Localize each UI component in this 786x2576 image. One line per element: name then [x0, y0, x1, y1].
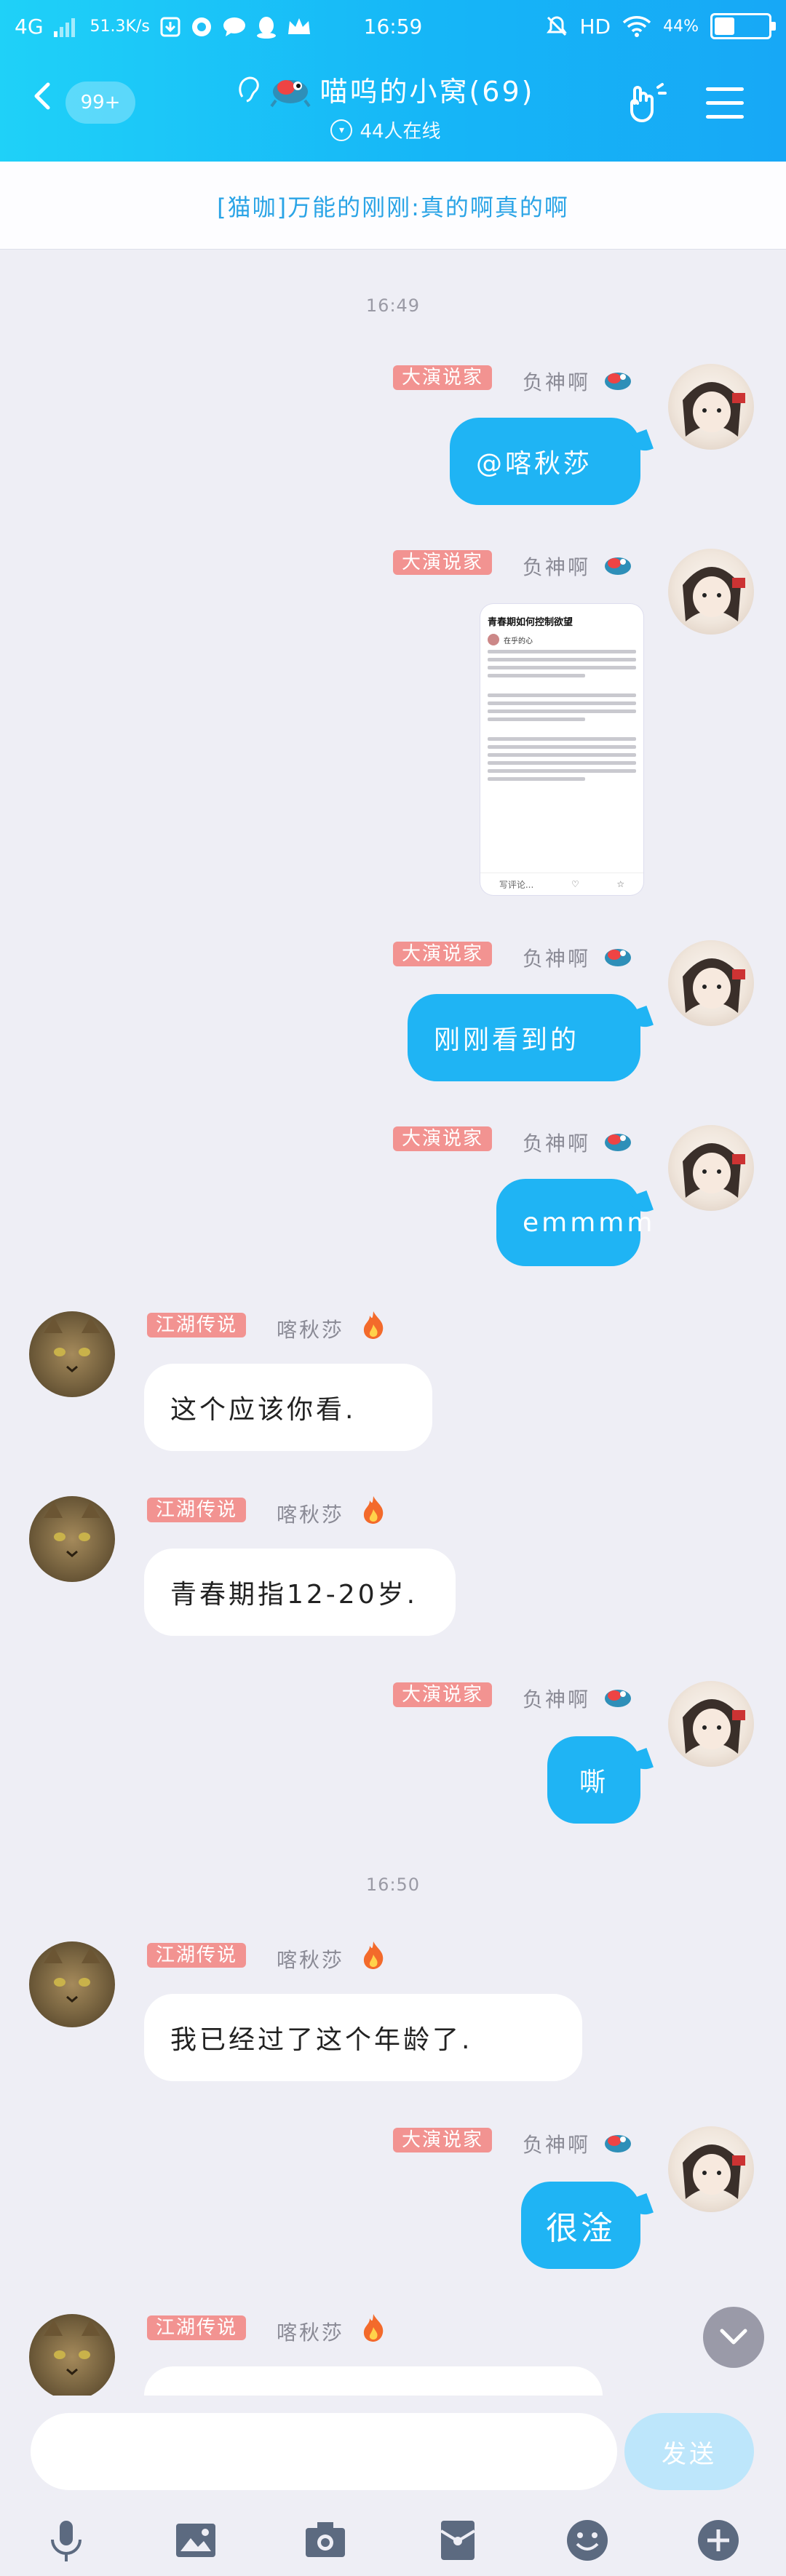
- message-bubble[interactable]: 很淦: [521, 2182, 640, 2269]
- chevron-down-icon: ▾: [330, 119, 353, 141]
- message-bubble[interactable]: 嘶: [547, 1736, 640, 1824]
- member-tag: 大演说家: [393, 2128, 493, 2152]
- flame-icon: [363, 1496, 384, 1524]
- star-icon: ☆: [616, 879, 625, 889]
- image-icon[interactable]: [173, 2518, 218, 2563]
- avatar[interactable]: [29, 1311, 115, 1397]
- image-title: 青春期如何控制欲望: [488, 617, 573, 628]
- message-list[interactable]: 16:49 大演说家 负神啊 @喀秋莎 大演说家 负神啊 青春期如何控制欲望 在…: [0, 249, 786, 2396]
- timestamp: 16:50: [365, 1875, 421, 1895]
- dragon-badge-icon: [605, 1134, 631, 1151]
- chat-header: 4G 51.3K/s 16:59 HD 44% 99+ 喵呜的小窝(69) ▾ …: [0, 0, 786, 162]
- dragon-badge-icon: [605, 373, 631, 390]
- member-tag: 大演说家: [393, 365, 493, 390]
- unread-badge[interactable]: 99+: [66, 82, 135, 124]
- avatar[interactable]: [668, 2126, 754, 2212]
- wifi-icon: [622, 16, 651, 37]
- heart-icon: ♡: [571, 879, 579, 889]
- sender-name[interactable]: 喀秋莎: [277, 1499, 344, 1528]
- dragon-icon: [270, 79, 311, 107]
- announcement-text: [猫咖]万能的刚刚:真的啊真的啊: [217, 194, 569, 221]
- scroll-to-bottom-button[interactable]: [703, 2307, 764, 2368]
- timestamp: 16:49: [365, 295, 421, 316]
- online-count: 44人在线: [360, 121, 441, 143]
- page-title: 喵呜的小窝(69): [319, 76, 535, 108]
- member-tag: 大演说家: [393, 1126, 493, 1151]
- dragon-badge-icon: [605, 1690, 631, 1707]
- member-tag: 江湖传说: [147, 1313, 247, 1337]
- image-search-text: 写评论...: [499, 879, 534, 890]
- avatar[interactable]: [668, 1125, 754, 1211]
- sender-name[interactable]: 负神啊: [523, 552, 590, 581]
- message-bubble[interactable]: 我已经过了这个年龄了.: [144, 1994, 582, 2081]
- composer-toolbar: [0, 2505, 786, 2576]
- mute-icon: [547, 16, 568, 36]
- avatar[interactable]: [668, 940, 754, 1026]
- red-packet-icon[interactable]: [435, 2518, 480, 2563]
- author-avatar: [488, 634, 499, 645]
- ear-icon: [239, 76, 260, 102]
- hd-indicator: HD: [579, 14, 611, 39]
- message-bubble[interactable]: 青春期指12-20岁.: [144, 1549, 456, 1636]
- group-announcement[interactable]: [猫咖]万能的刚刚:真的啊真的啊: [0, 162, 786, 250]
- send-button[interactable]: 发送: [624, 2413, 754, 2490]
- battery-percent: 44%: [663, 17, 699, 36]
- hand-gesture-icon[interactable]: [624, 82, 668, 125]
- avatar[interactable]: [29, 1941, 115, 2027]
- message-bubble[interactable]: @喀秋莎: [450, 418, 640, 505]
- emoji-icon[interactable]: [565, 2518, 610, 2563]
- sender-name[interactable]: 喀秋莎: [277, 1944, 344, 1973]
- image-author: 在乎的心: [504, 637, 533, 645]
- message-bubble[interactable]: [144, 2366, 603, 2396]
- member-tag: 江湖传说: [147, 1943, 247, 1968]
- flame-icon: [363, 1311, 384, 1339]
- back-arrow-icon[interactable]: [29, 82, 58, 111]
- message-input[interactable]: [31, 2413, 617, 2490]
- message-bubble[interactable]: 这个应该你看.: [144, 1364, 432, 1451]
- sender-name[interactable]: 喀秋莎: [277, 1314, 344, 1343]
- flame-icon: [363, 2314, 384, 2342]
- sender-name[interactable]: 负神啊: [523, 1128, 590, 1157]
- battery-icon: [710, 13, 776, 39]
- member-tag: 江湖传说: [147, 1498, 247, 1522]
- avatar[interactable]: [668, 364, 754, 450]
- chevron-down-icon: [720, 2329, 747, 2345]
- mic-icon[interactable]: [44, 2518, 89, 2563]
- avatar[interactable]: [668, 549, 754, 635]
- avatar[interactable]: [29, 2314, 115, 2396]
- image-footer: 写评论... ♡ ☆: [480, 872, 643, 895]
- image-message[interactable]: 青春期如何控制欲望 在乎的心 写评论... ♡ ☆: [480, 604, 643, 895]
- composer: 发送: [0, 2396, 786, 2576]
- avatar[interactable]: [668, 1681, 754, 1767]
- member-tag: 大演说家: [393, 550, 493, 575]
- sender-name[interactable]: 负神啊: [523, 943, 590, 972]
- menu-icon[interactable]: [706, 87, 744, 121]
- member-tag: 大演说家: [393, 942, 493, 966]
- sender-name[interactable]: 负神啊: [523, 367, 590, 396]
- plus-icon[interactable]: [696, 2518, 741, 2563]
- status-bar: 4G 51.3K/s 16:59 HD 44%: [0, 7, 786, 45]
- avatar[interactable]: [29, 1496, 115, 1582]
- member-tag: 大演说家: [393, 1682, 493, 1707]
- message-bubble[interactable]: 刚刚看到的: [408, 994, 640, 1081]
- member-tag: 江湖传说: [147, 2315, 247, 2340]
- chat-title-area[interactable]: 喵呜的小窝(69) ▾ 44人在线: [182, 69, 590, 143]
- message-bubble[interactable]: emmmm: [496, 1179, 652, 1266]
- dragon-badge-icon: [605, 2135, 631, 2152]
- dragon-badge-icon: [605, 949, 631, 966]
- sender-name[interactable]: 负神啊: [523, 1684, 590, 1713]
- sender-name[interactable]: 喀秋莎: [277, 2317, 344, 2346]
- sender-name[interactable]: 负神啊: [523, 2129, 590, 2158]
- camera-icon[interactable]: [303, 2518, 348, 2563]
- flame-icon: [363, 1941, 384, 1969]
- dragon-badge-icon: [605, 557, 631, 575]
